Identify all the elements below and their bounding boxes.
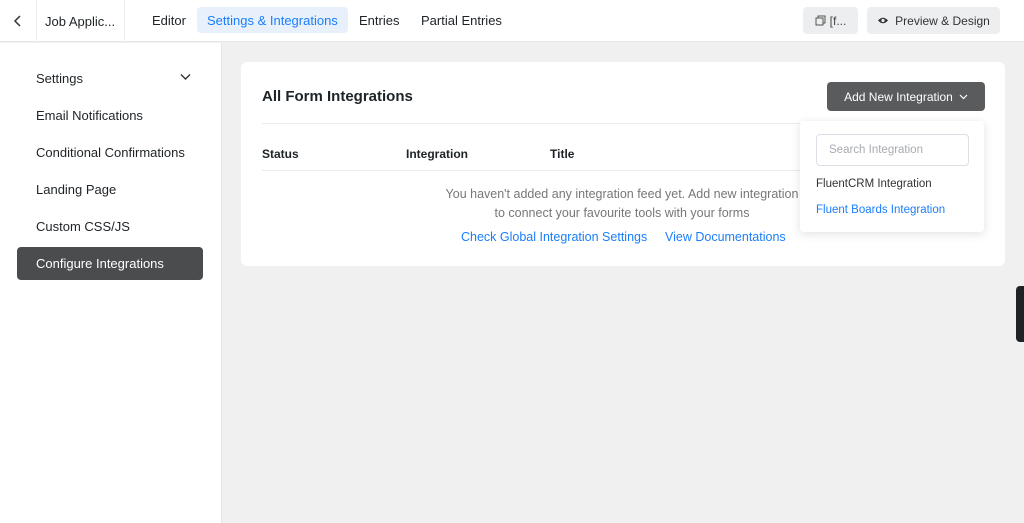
chevron-left-icon — [13, 15, 21, 27]
page-title: All Form Integrations — [262, 88, 413, 105]
side-panel-handle[interactable] — [1016, 286, 1024, 342]
sidebar-item-label: Custom CSS/JS — [36, 219, 130, 234]
sidebar: Settings Email Notifications Conditional… — [0, 43, 222, 523]
add-button-label: Add New Integration — [844, 89, 953, 104]
shortcode-button[interactable]: [f... — [803, 7, 858, 34]
sidebar-item-landing-page[interactable]: Landing Page — [17, 173, 203, 206]
top-bar: Job Applic... Editor Settings & Integrat… — [0, 0, 1024, 42]
column-header-integration: Integration — [406, 147, 468, 161]
back-button[interactable] — [0, 0, 37, 42]
preview-label: Preview & Design — [895, 13, 990, 28]
chevron-down-icon — [180, 74, 191, 80]
search-integration-input[interactable] — [816, 134, 969, 166]
add-new-integration-button[interactable]: Add New Integration — [827, 82, 985, 111]
tab-partial-entries[interactable]: Partial Entries — [411, 7, 512, 33]
eye-icon — [878, 17, 889, 24]
shortcode-label: [f... — [829, 13, 847, 28]
empty-state-line-2: to connect your favourite tools with you… — [494, 206, 750, 220]
column-header-status: Status — [262, 147, 299, 161]
sidebar-item-configure-integrations[interactable]: Configure Integrations — [17, 247, 203, 280]
integration-dropdown: FluentCRM Integration Fluent Boards Inte… — [800, 121, 984, 232]
global-integration-settings-link[interactable]: Check Global Integration Settings — [461, 230, 647, 244]
table-header-divider — [262, 170, 802, 171]
sidebar-item-email-notifications[interactable]: Email Notifications — [17, 99, 203, 132]
chevron-down-icon — [959, 94, 968, 99]
copy-icon — [815, 15, 826, 26]
tab-entries[interactable]: Entries — [349, 7, 409, 33]
sidebar-item-conditional-confirmations[interactable]: Conditional Confirmations — [17, 136, 203, 169]
sidebar-item-label: Landing Page — [36, 182, 117, 197]
view-documentations-link[interactable]: View Documentations — [665, 230, 786, 244]
column-header-title: Title — [550, 147, 575, 161]
preview-design-button[interactable]: Preview & Design — [867, 7, 1000, 34]
sidebar-item-label: Settings — [36, 71, 83, 86]
dropdown-item-fluent-boards[interactable]: Fluent Boards Integration — [816, 204, 945, 216]
sidebar-item-label: Conditional Confirmations — [36, 145, 185, 160]
empty-state-message: You haven't added any integration feed y… — [437, 185, 807, 223]
empty-state-line-1: You haven't added any integration feed y… — [445, 187, 799, 201]
tab-editor[interactable]: Editor — [142, 7, 196, 33]
sidebar-item-label: Email Notifications — [36, 108, 143, 123]
sidebar-item-label: Configure Integrations — [36, 256, 164, 271]
dropdown-item-fluentcrm[interactable]: FluentCRM Integration — [816, 178, 932, 190]
sidebar-item-settings[interactable]: Settings — [17, 62, 203, 95]
sidebar-item-custom-css-js[interactable]: Custom CSS/JS — [17, 210, 203, 243]
tab-settings-integrations[interactable]: Settings & Integrations — [197, 7, 348, 33]
form-name[interactable]: Job Applic... — [37, 0, 125, 42]
